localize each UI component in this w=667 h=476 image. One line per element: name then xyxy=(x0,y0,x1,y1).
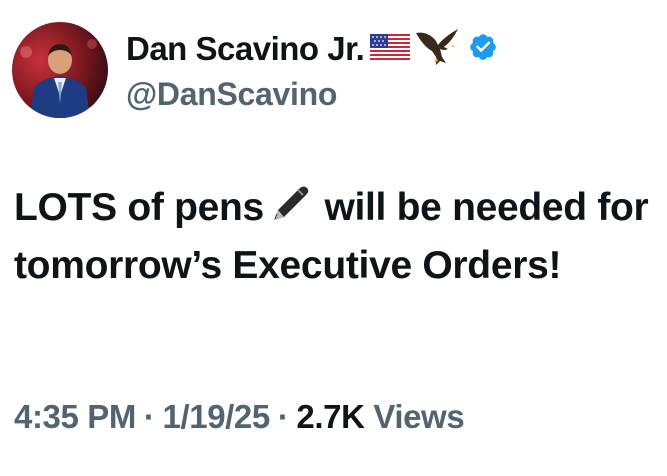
tweet-meta: 4:35 PM · 1/19/25 · 2.7K Views xyxy=(14,398,465,436)
handle[interactable]: @DanScavino xyxy=(126,76,498,113)
tweet-date[interactable]: 1/19/25 xyxy=(163,398,271,435)
us-flag-icon xyxy=(370,33,411,65)
author-names: Dan Scavino Jr. @DanScavino xyxy=(126,28,498,113)
meta-separator: · xyxy=(143,398,155,435)
tweet-text: LOTS of pens will be needed for tomorrow… xyxy=(14,180,654,293)
verified-icon[interactable] xyxy=(468,32,498,67)
name-row: Dan Scavino Jr. xyxy=(126,28,498,68)
avatar-photo xyxy=(12,22,108,118)
eagle-icon xyxy=(414,27,462,72)
views-label[interactable]: Views xyxy=(373,398,464,435)
tweet-time[interactable]: 4:35 PM xyxy=(14,398,136,435)
fountain-pen-icon xyxy=(268,180,312,239)
views-count[interactable]: 2.7K xyxy=(296,398,365,435)
meta-separator: · xyxy=(277,398,289,435)
tweet: Dan Scavino Jr. @DanScavino LOTS of pens… xyxy=(0,0,667,476)
display-name[interactable]: Dan Scavino Jr. xyxy=(126,30,365,68)
avatar[interactable] xyxy=(12,22,108,118)
tweet-text-part-1: LOTS of pens xyxy=(14,185,264,229)
tweet-header: Dan Scavino Jr. @DanScavino xyxy=(12,22,498,118)
